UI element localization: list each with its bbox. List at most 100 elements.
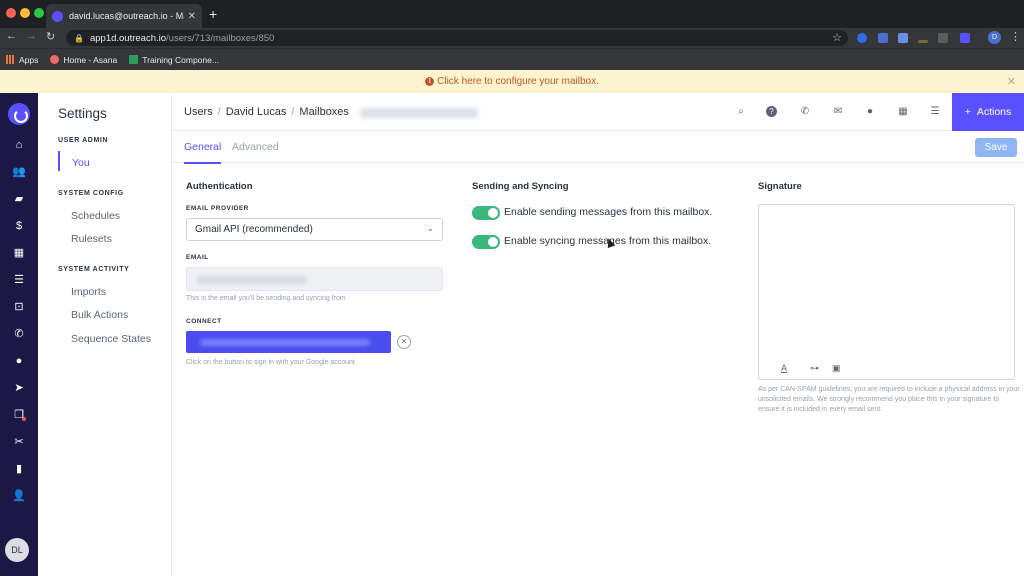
close-banner-icon[interactable]: ✕ <box>1007 75 1016 88</box>
send-icon[interactable]: ➤ <box>11 380 27 396</box>
briefcase-icon[interactable]: ▰ <box>11 191 27 207</box>
browser-toolbar: ← → ↻ 🔒 app1d.outreach.io/users/713/mail… <box>0 28 1024 48</box>
plus-icon: + <box>964 106 971 118</box>
email-field <box>186 267 443 291</box>
breadcrumb-mailbox-redacted <box>359 108 478 118</box>
browser-menu-icon[interactable]: ⋮ <box>1010 30 1021 43</box>
forward-arrow-icon[interactable]: → <box>26 30 37 42</box>
actions-label: Actions <box>976 106 1012 118</box>
bookmark-label: Training Compone... <box>142 54 219 65</box>
email-provider-select[interactable]: Gmail API (recommended) ⌄ <box>186 218 443 241</box>
sidebar-item-schedules[interactable]: Schedules <box>71 210 120 222</box>
profile-avatar[interactable]: D <box>988 31 1001 44</box>
actions-button[interactable]: + Actions <box>952 93 1024 131</box>
maximize-window-icon[interactable] <box>34 8 44 18</box>
task-list-icon[interactable]: ☰ <box>11 272 27 288</box>
close-window-icon[interactable] <box>6 8 16 18</box>
phone-icon[interactable]: ✆ <box>11 326 27 342</box>
email-label: EMAIL <box>186 254 209 261</box>
phone-icon[interactable]: ✆ <box>798 105 812 119</box>
copy-icon[interactable]: ❐ <box>11 407 27 423</box>
inbox-icon[interactable]: ⊡ <box>11 299 27 315</box>
sheets-icon <box>129 55 139 64</box>
chevron-down-icon: ⌄ <box>426 223 434 233</box>
settings-title: Settings <box>58 106 107 121</box>
asana-icon <box>50 55 60 64</box>
email-provider-value: Gmail API (recommended) <box>195 224 313 235</box>
email-help-text: This is the email you'll be sending and … <box>186 295 346 302</box>
sending-toggle[interactable] <box>472 206 500 220</box>
syncing-toggle[interactable] <box>472 235 500 249</box>
url-host: app1d.outreach.io <box>89 32 167 44</box>
can-spam-note: As per CAN-SPAM guidelines, you are requ… <box>758 386 1020 413</box>
address-bar[interactable]: 🔒 app1d.outreach.io/users/713/mailboxes/… <box>66 30 848 46</box>
chat-icon[interactable]: ● <box>11 353 27 369</box>
breadcrumb-mailboxes[interactable]: Mailboxes <box>299 106 349 118</box>
calendar-icon[interactable]: ▦ <box>896 105 910 119</box>
scissors-icon[interactable]: ✂ <box>11 434 27 450</box>
tab-advanced[interactable]: Advanced <box>232 141 279 153</box>
bookmark-star-icon[interactable]: ☆ <box>832 31 842 44</box>
sidebar-item-you[interactable]: You <box>72 157 90 169</box>
breadcrumb-separator: / <box>291 106 295 118</box>
sidebar-item-sequence-states[interactable]: Sequence States <box>71 333 151 345</box>
user-avatar[interactable]: DL <box>5 538 29 562</box>
home-icon[interactable]: ⌂ <box>11 137 27 153</box>
bookmark-apps[interactable]: Apps <box>6 55 38 65</box>
close-tab-icon[interactable]: ✕ <box>188 11 196 22</box>
sidebar-item-rulesets[interactable]: Rulesets <box>71 233 112 245</box>
banner-message[interactable]: Click here to configure your mailbox. <box>437 76 599 87</box>
bookmarks-bar: Apps Home - Asana Training Compone... <box>0 48 1024 70</box>
breadcrumb-user[interactable]: David Lucas <box>226 106 287 118</box>
address-url: app1d.outreach.io/users/713/mailboxes/85… <box>90 33 274 44</box>
disconnect-icon[interactable]: ✕ <box>397 335 411 349</box>
link-icon[interactable]: ⊶ <box>810 363 819 374</box>
connect-help-text: Click on the button to sign in with your… <box>186 359 357 366</box>
minimize-window-icon[interactable] <box>20 8 30 18</box>
browser-tab[interactable]: david.lucas@outreach.io - Mai ✕ <box>46 4 202 28</box>
new-tab-button[interactable]: + <box>209 6 217 22</box>
extension-icon[interactable] <box>898 33 908 43</box>
sending-syncing-title: Sending and Syncing <box>472 181 569 192</box>
url-path: /users/713/mailboxes/850 <box>166 32 275 44</box>
sidebar-item-bulk-actions[interactable]: Bulk Actions <box>71 309 128 321</box>
section-system-config: SYSTEM CONFIG <box>58 190 124 197</box>
reload-icon[interactable]: ↻ <box>46 30 55 43</box>
configure-mailbox-banner[interactable]: ! Click here to configure your mailbox. … <box>0 70 1024 93</box>
user-icon[interactable]: 👤 <box>11 488 27 504</box>
bookmark-training[interactable]: Training Compone... <box>129 55 219 65</box>
task-list-icon[interactable]: ☰ <box>928 105 942 119</box>
outreach-logo-icon[interactable] <box>8 103 30 125</box>
bookmark-asana[interactable]: Home - Asana <box>50 55 117 65</box>
extension-icon[interactable] <box>938 33 948 43</box>
breadcrumb-users[interactable]: Users <box>184 106 213 118</box>
sidebar-item-imports[interactable]: Imports <box>71 286 106 298</box>
extension-icon[interactable] <box>960 33 970 43</box>
google-connect-button[interactable] <box>186 331 391 353</box>
email-icon[interactable]: ✉ <box>831 105 845 119</box>
search-icon[interactable]: ⌕ <box>734 105 748 119</box>
connect-account-redacted <box>200 339 370 346</box>
image-icon[interactable]: ▣ <box>832 363 841 374</box>
bookmark-label: Apps <box>19 54 39 65</box>
section-user-admin: USER ADMIN <box>58 137 109 144</box>
app-nav-rail: ⌂ 👥 ▰ $ ▦ ☰ ⊡ ✆ ● ➤ ❐ ✂ ▮ 👤 DL <box>0 93 38 576</box>
authentication-title: Authentication <box>186 181 253 192</box>
active-indicator <box>58 151 60 171</box>
bar-chart-icon[interactable]: ▮ <box>11 461 27 477</box>
people-icon[interactable]: 👥 <box>11 164 27 180</box>
text-format-icon[interactable]: A <box>781 363 787 373</box>
tab-general[interactable]: General <box>184 141 222 164</box>
dollar-icon[interactable]: $ <box>11 218 27 234</box>
lock-icon: 🔒 <box>74 33 84 43</box>
chat-icon[interactable]: ● <box>863 105 877 119</box>
extension-icon[interactable] <box>857 33 867 43</box>
back-arrow-icon[interactable]: ← <box>6 30 17 42</box>
extension-icon[interactable] <box>918 40 928 43</box>
signature-editor[interactable]: A ⊶ ▣ <box>758 204 1015 380</box>
calendar-icon[interactable]: ▦ <box>11 245 27 261</box>
help-icon[interactable]: ? <box>766 106 777 117</box>
save-button[interactable]: Save <box>975 138 1017 157</box>
extension-icon[interactable] <box>878 33 888 43</box>
warning-icon: ! <box>425 77 435 86</box>
